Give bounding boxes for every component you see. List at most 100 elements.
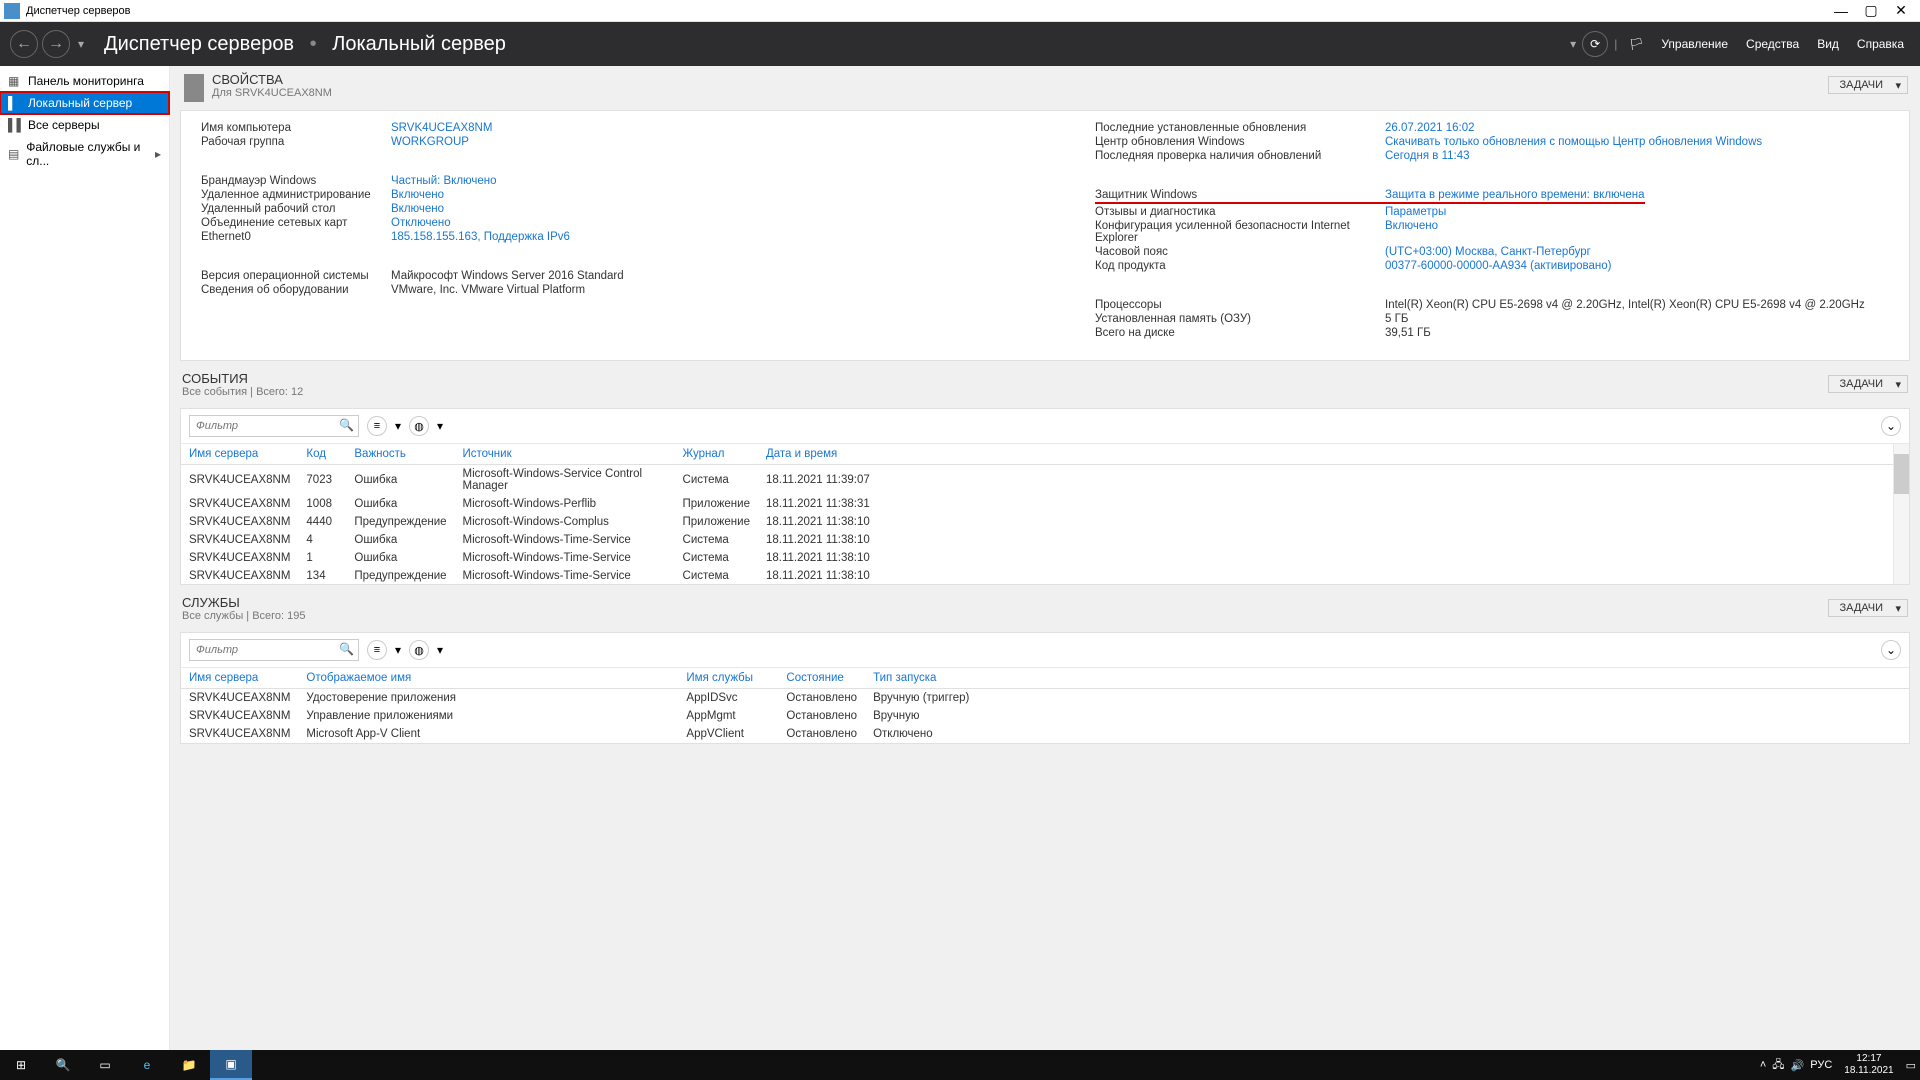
task-view-button[interactable]: ▭ — [84, 1050, 126, 1080]
chevron-down-icon[interactable]: ▾ — [437, 643, 443, 657]
property-value[interactable]: 185.158.155.163, Поддержка IPv6 — [391, 231, 570, 243]
property-value[interactable]: Включено — [391, 203, 444, 215]
table-row[interactable]: SRVK4UCEAX8NMУдостоверение приложенияApp… — [181, 689, 1909, 708]
services-tasks-button[interactable]: ЗАДАЧИ — [1828, 599, 1908, 617]
table-row[interactable]: SRVK4UCEAX8NM7023ОшибкаMicrosoft-Windows… — [181, 465, 1909, 496]
property-label: Процессоры — [1095, 299, 1385, 311]
table-row[interactable]: SRVK4UCEAX8NMMicrosoft App-V ClientAppVC… — [181, 725, 1909, 743]
services-header: СЛУЖБЫ Все службы | Всего: 195 ЗАДАЧИ — [180, 585, 1910, 626]
tray-network-icon[interactable]: 🖧 — [1772, 1056, 1784, 1075]
taskbar-search-button[interactable]: 🔍 — [42, 1050, 84, 1080]
services-filter-field[interactable] — [190, 642, 358, 658]
minimize-button[interactable]: — — [1826, 0, 1856, 22]
properties-right-column: Последние установленные обновления26.07.… — [1095, 121, 1889, 340]
property-row: Защитник WindowsЗащита в режиме реальног… — [1095, 188, 1889, 205]
tray-chevron-icon[interactable]: ˄ — [1760, 1059, 1766, 1071]
taskbar-clock[interactable]: 12:17 18.11.2021 — [1838, 1051, 1899, 1079]
column-header[interactable]: Имя сервера — [181, 444, 298, 465]
property-value[interactable]: Включено — [1385, 220, 1438, 244]
manage-menu[interactable]: Управление — [1655, 33, 1734, 55]
column-header[interactable]: Источник — [455, 444, 675, 465]
property-label: Последние установленные обновления — [1095, 122, 1385, 134]
property-value[interactable]: 26.07.2021 16:02 — [1385, 122, 1475, 134]
taskbar-server-manager-button[interactable]: ▣ — [210, 1050, 252, 1080]
column-header[interactable]: Код — [298, 444, 346, 465]
table-row[interactable]: SRVK4UCEAX8NM1ОшибкаMicrosoft-Windows-Ti… — [181, 549, 1909, 567]
column-header[interactable]: Дата и время — [758, 444, 1909, 465]
property-value[interactable]: Частный: Включено — [391, 175, 497, 187]
search-icon[interactable]: 🔍 — [339, 642, 354, 656]
events-view-button[interactable]: ≡ — [367, 416, 387, 436]
property-value[interactable]: Скачивать только обновления с помощью Це… — [1385, 136, 1762, 148]
services-expand-button[interactable]: ⌄ — [1881, 640, 1901, 660]
property-value[interactable]: 00377-60000-00000-AA934 (активировано) — [1385, 260, 1612, 272]
table-row[interactable]: SRVK4UCEAX8NM4ОшибкаMicrosoft-Windows-Ti… — [181, 531, 1909, 549]
property-value: Майкрософт Windows Server 2016 Standard — [391, 270, 624, 282]
tray-sound-icon[interactable]: 🔊 — [1791, 1059, 1805, 1072]
events-filter-input[interactable]: 🔍 — [189, 415, 359, 437]
column-header[interactable]: Имя сервера — [181, 668, 298, 689]
chevron-down-icon[interactable]: ▾ — [437, 419, 443, 433]
property-value[interactable]: Включено — [391, 189, 444, 201]
back-button[interactable]: ← — [10, 30, 38, 58]
services-filter-input[interactable]: 🔍 — [189, 639, 359, 661]
tray-notifications-icon[interactable]: ▭ — [1906, 1059, 1916, 1072]
events-filter-field[interactable] — [190, 418, 358, 434]
property-value[interactable]: Защита в режиме реального времени: включ… — [1385, 189, 1645, 204]
table-row[interactable]: SRVK4UCEAX8NM134ПредупреждениеMicrosoft-… — [181, 567, 1909, 584]
property-value[interactable]: WORKGROUP — [391, 136, 469, 148]
events-scrollbar[interactable] — [1893, 444, 1909, 584]
view-menu[interactable]: Вид — [1811, 33, 1845, 55]
taskbar-ie-button[interactable]: e — [126, 1050, 168, 1080]
property-row: Объединение сетевых картОтключено — [201, 216, 995, 230]
table-row[interactable]: SRVK4UCEAX8NM1008ОшибкаMicrosoft-Windows… — [181, 495, 1909, 513]
search-icon[interactable]: 🔍 — [339, 418, 354, 432]
close-button[interactable]: ✕ — [1886, 0, 1916, 22]
property-value: 39,51 ГБ — [1385, 327, 1431, 339]
events-header: СОБЫТИЯ Все события | Всего: 12 ЗАДАЧИ — [180, 361, 1910, 402]
property-label: Последняя проверка наличия обновлений — [1095, 150, 1385, 162]
sidebar-item-file-services[interactable]: ▤ Файловые службы и сл... ▸ — [0, 136, 169, 172]
column-header[interactable]: Имя службы — [678, 668, 778, 689]
properties-tasks-button[interactable]: ЗАДАЧИ — [1828, 76, 1908, 94]
property-value[interactable]: Сегодня в 11:43 — [1385, 150, 1470, 162]
tools-menu[interactable]: Средства — [1740, 33, 1805, 55]
property-value[interactable]: Параметры — [1385, 206, 1446, 218]
start-button[interactable]: ⊞ — [0, 1050, 42, 1080]
table-row[interactable]: SRVK4UCEAX8NM4440ПредупреждениеMicrosoft… — [181, 513, 1909, 531]
chevron-down-icon[interactable]: ▾ — [395, 419, 401, 433]
sidebar-item-all-servers[interactable]: ▌▌ Все серверы — [0, 114, 169, 136]
events-query-button[interactable]: ◍ — [409, 416, 429, 436]
property-label: Рабочая группа — [201, 136, 391, 148]
property-label: Имя компьютера — [201, 122, 391, 134]
taskbar-explorer-button[interactable]: 📁 — [168, 1050, 210, 1080]
property-value[interactable]: (UTC+03:00) Москва, Санкт-Петербург — [1385, 246, 1591, 258]
sidebar-item-dashboard[interactable]: ▦ Панель мониторинга — [0, 70, 169, 92]
services-query-button[interactable]: ◍ — [409, 640, 429, 660]
sidebar-item-local-server[interactable]: ▌ Локальный сервер — [0, 92, 169, 114]
column-header[interactable]: Важность — [346, 444, 454, 465]
column-header[interactable]: Отображаемое имя — [298, 668, 678, 689]
table-row[interactable]: SRVK4UCEAX8NMУправление приложениямиAppM… — [181, 707, 1909, 725]
refresh-button[interactable]: ⟳ — [1582, 31, 1608, 57]
breadcrumb-root[interactable]: Диспетчер серверов — [104, 33, 294, 55]
property-label: Центр обновления Windows — [1095, 136, 1385, 148]
toolbar-dropdown-icon[interactable]: ▾ — [1570, 37, 1576, 51]
events-expand-button[interactable]: ⌄ — [1881, 416, 1901, 436]
tray-language[interactable]: РУС — [1810, 1059, 1832, 1071]
notifications-button[interactable]: 🏳 — [1623, 31, 1649, 57]
maximize-button[interactable]: ▢ — [1856, 0, 1886, 22]
column-header[interactable]: Состояние — [778, 668, 865, 689]
property-row: Ethernet0185.158.155.163, Поддержка IPv6 — [201, 230, 995, 244]
events-tasks-button[interactable]: ЗАДАЧИ — [1828, 375, 1908, 393]
property-row: Код продукта00377-60000-00000-AA934 (акт… — [1095, 259, 1889, 273]
forward-button[interactable]: → — [42, 30, 70, 58]
column-header[interactable]: Тип запуска — [865, 668, 1909, 689]
property-value[interactable]: Отключено — [391, 217, 451, 229]
breadcrumb-sep: • — [310, 33, 317, 55]
property-value[interactable]: SRVK4UCEAX8NM — [391, 122, 492, 134]
services-view-button[interactable]: ≡ — [367, 640, 387, 660]
chevron-down-icon[interactable]: ▾ — [395, 643, 401, 657]
help-menu[interactable]: Справка — [1851, 33, 1910, 55]
column-header[interactable]: Журнал — [675, 444, 758, 465]
